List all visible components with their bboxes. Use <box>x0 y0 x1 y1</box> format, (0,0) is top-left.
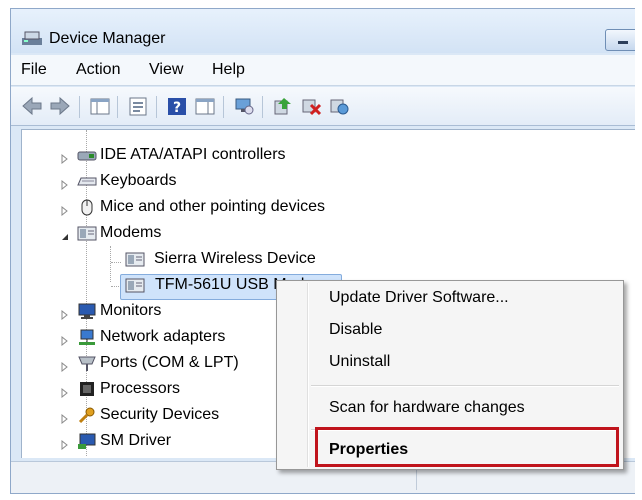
monitor-icon <box>76 302 98 325</box>
scan-hardware-icon[interactable] <box>328 96 350 121</box>
modem-icon <box>124 250 146 273</box>
forward-arrow-icon[interactable] <box>49 96 71 121</box>
properties-icon[interactable] <box>127 96 149 121</box>
tree-item-label: IDE ATA/ATAPI controllers <box>100 146 286 163</box>
tree-item-sm-driver[interactable]: SM Driver <box>60 430 290 454</box>
menu-uninstall[interactable]: Uninstall <box>329 353 390 371</box>
menu-help[interactable]: Help <box>212 61 245 79</box>
tree-item-mice[interactable]: Mice and other pointing devices <box>60 196 400 220</box>
expand-arrow-icon[interactable] <box>60 177 70 195</box>
tree-item-ide-controllers[interactable]: IDE ATA/ATAPI controllers <box>60 144 360 168</box>
uninstall-icon[interactable] <box>300 96 322 121</box>
title-bar: Device Manager <box>11 9 635 53</box>
action-pane-icon[interactable] <box>194 96 216 121</box>
tree-item-sierra-wireless[interactable]: Sierra Wireless Device <box>122 248 362 272</box>
port-icon <box>76 354 98 377</box>
tree-item-ports[interactable]: Ports (COM & LPT) <box>60 352 290 376</box>
menu-scan-for-hardware-changes[interactable]: Scan for hardware changes <box>329 399 525 417</box>
expand-arrow-icon[interactable] <box>60 411 70 429</box>
expand-arrow-icon[interactable] <box>60 151 70 169</box>
tree-item-monitors[interactable]: Monitors <box>60 300 290 324</box>
expand-arrow-icon[interactable] <box>60 359 70 377</box>
menu-file[interactable]: File <box>21 61 47 79</box>
tree-item-label: Security Devices <box>100 406 220 423</box>
tree-item-modems[interactable]: Modems <box>60 222 360 246</box>
processor-icon <box>76 380 98 403</box>
update-driver-icon[interactable] <box>272 96 294 121</box>
monitor-icon[interactable] <box>233 96 255 121</box>
security-key-icon <box>76 406 98 429</box>
show-hide-console-tree-icon[interactable] <box>89 96 111 121</box>
network-adapter-icon <box>76 328 98 351</box>
tree-item-label: Modems <box>100 224 162 241</box>
tree-item-label: Keyboards <box>100 172 177 189</box>
tree-item-label: SM Driver <box>100 432 172 449</box>
tree-item-network-adapters[interactable]: Network adapters <box>60 326 290 350</box>
tree-item-label: Network adapters <box>100 328 226 345</box>
collapse-arrow-icon[interactable] <box>60 229 70 247</box>
mouse-icon <box>76 198 98 221</box>
expand-arrow-icon[interactable] <box>60 307 70 325</box>
menu-view[interactable]: View <box>149 61 183 79</box>
tree-item-label: Monitors <box>100 302 162 319</box>
menu-action[interactable]: Action <box>76 61 120 79</box>
menu-bar: File Action View Help <box>11 55 635 86</box>
tree-item-label: Ports (COM & LPT) <box>100 354 239 371</box>
modem-icon <box>76 224 98 247</box>
expand-arrow-icon[interactable] <box>60 385 70 403</box>
minimize-button[interactable] <box>605 29 635 51</box>
tree-item-label: Mice and other pointing devices <box>100 198 326 215</box>
tree-item-label: Sierra Wireless Device <box>154 250 316 267</box>
sm-driver-icon <box>76 432 98 455</box>
minimize-icon <box>618 41 628 44</box>
menu-disable[interactable]: Disable <box>329 321 382 339</box>
svg-text:?: ? <box>173 100 181 116</box>
tree-item-label: Processors <box>100 380 181 397</box>
back-arrow-icon[interactable] <box>21 96 43 121</box>
device-manager-app-icon <box>21 29 43 52</box>
window-title: Device Manager <box>49 30 166 47</box>
toolbar: ? <box>11 87 635 126</box>
keyboard-icon <box>76 172 98 195</box>
properties-highlight-box <box>315 427 619 467</box>
modem-icon <box>124 276 146 299</box>
expand-arrow-icon[interactable] <box>60 203 70 221</box>
tree-item-processors[interactable]: Processors <box>60 378 290 402</box>
tree-item-keyboards[interactable]: Keyboards <box>60 170 360 194</box>
ide-controller-icon <box>76 146 98 169</box>
menu-update-driver-software[interactable]: Update Driver Software... <box>329 289 509 307</box>
help-icon[interactable]: ? <box>166 96 188 121</box>
expand-arrow-icon[interactable] <box>60 437 70 455</box>
expand-arrow-icon[interactable] <box>60 333 70 351</box>
tree-item-security-devices[interactable]: Security Devices <box>60 404 290 428</box>
